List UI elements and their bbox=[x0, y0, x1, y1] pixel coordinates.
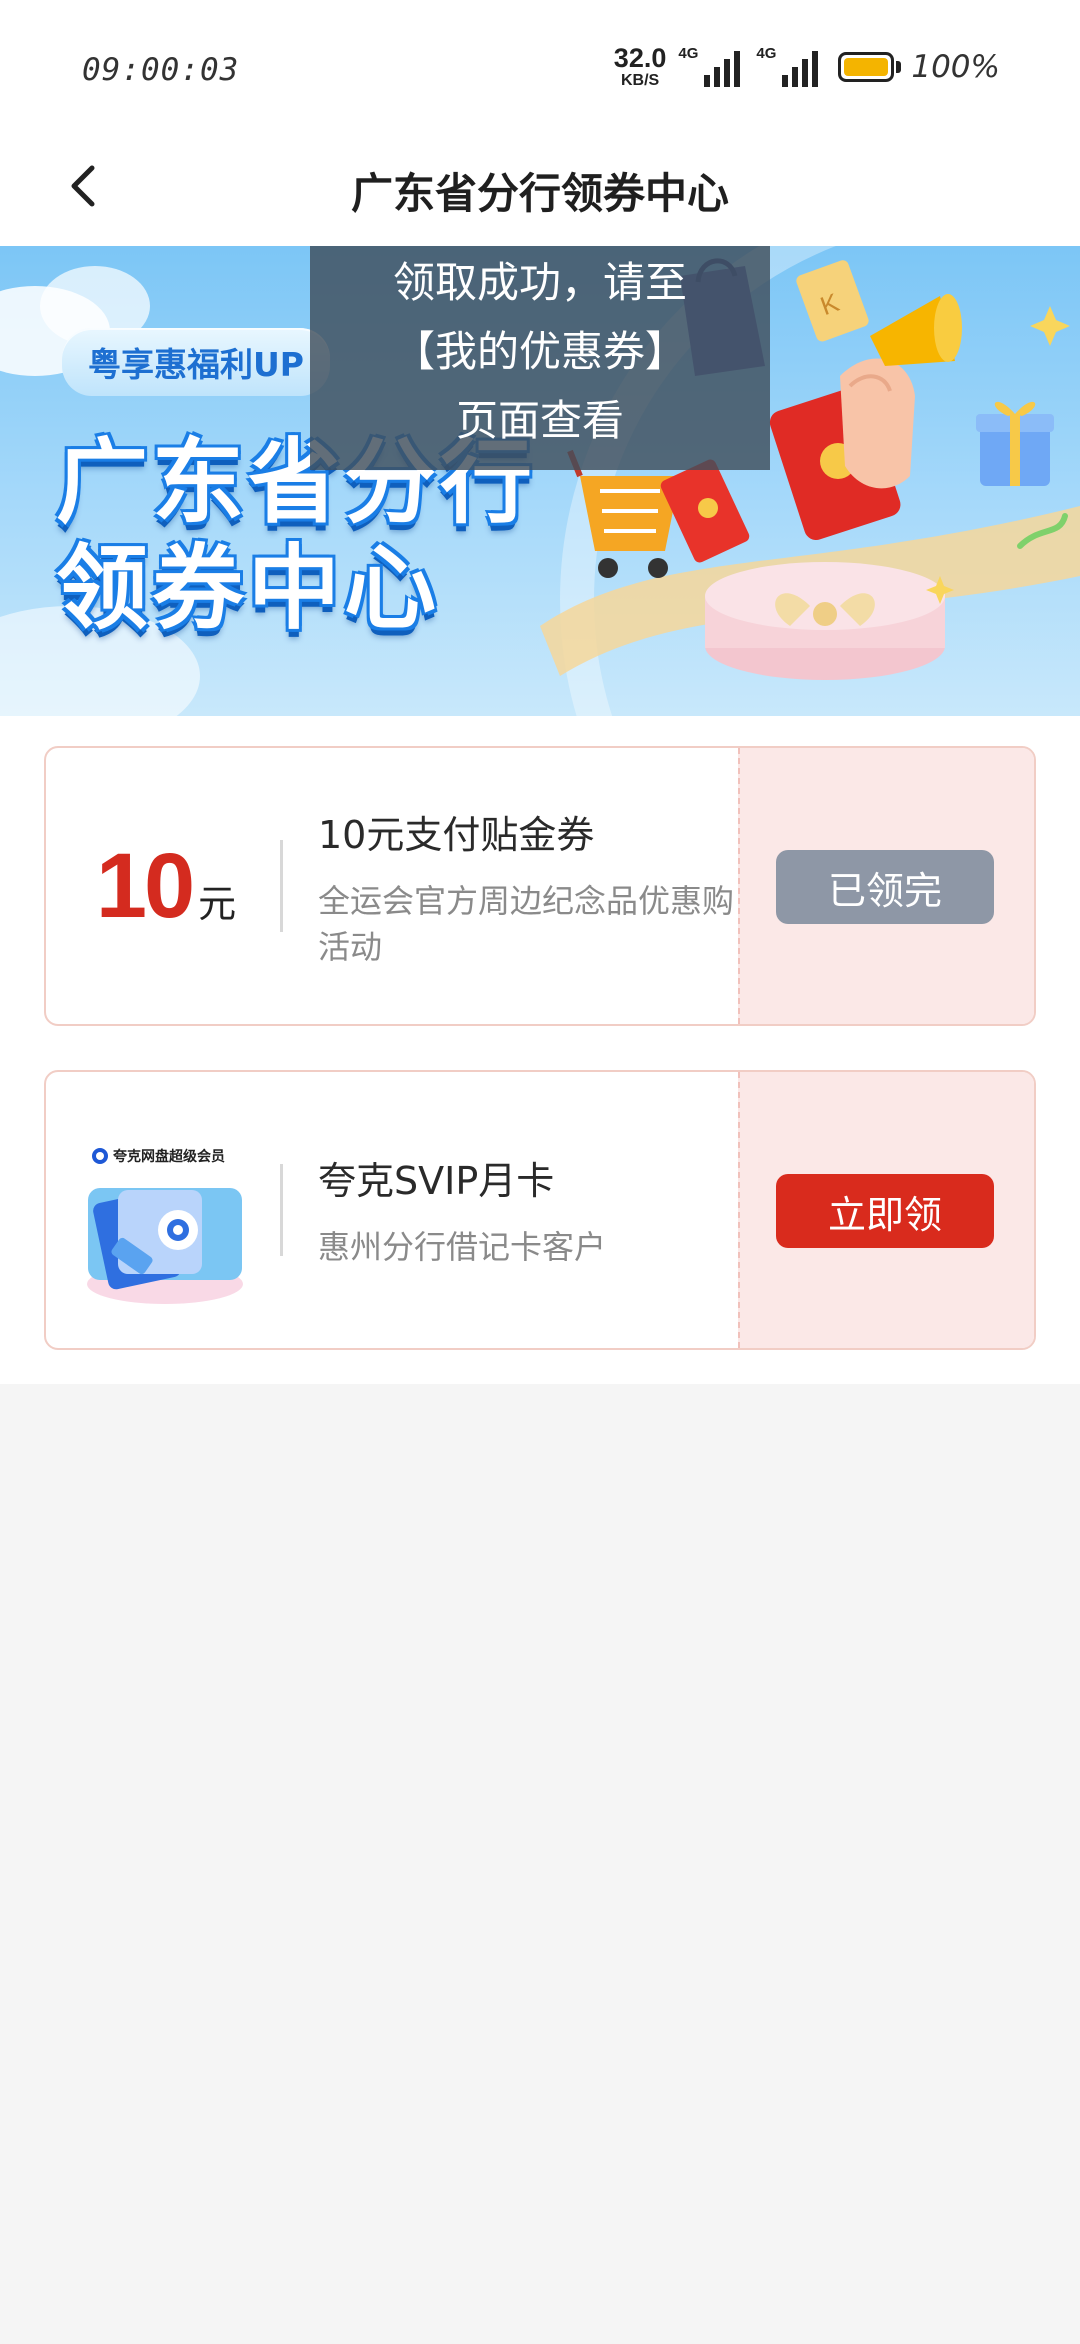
network-speed-value: 32.0 bbox=[613, 43, 667, 73]
coupon-list: 10 元 10元支付贴金券 全运会官方周边纪念品优惠购活动 已领完 夸克网盘超级… bbox=[0, 716, 1080, 1384]
coupon-amount: 10 元 bbox=[46, 748, 278, 1024]
battery-percent: 100% bbox=[911, 49, 1000, 85]
coupon-description: 全运会官方周边纪念品优惠购活动 bbox=[318, 882, 735, 966]
coupon-divider bbox=[280, 840, 283, 932]
claim-now-button[interactable]: 立即领 bbox=[776, 1174, 994, 1248]
battery-icon: 100% bbox=[838, 49, 1000, 85]
coupon-amount-value: 10 bbox=[95, 834, 195, 937]
nav-bar: 广东省分行领券中心 bbox=[0, 130, 1080, 246]
coupon-title: 10元支付贴金券 bbox=[318, 813, 595, 857]
coupon-divider bbox=[280, 1164, 283, 1256]
coupon-amount-unit: 元 bbox=[198, 881, 237, 926]
signal-1-icon: 4G bbox=[678, 45, 741, 87]
page-title: 广东省分行领券中心 bbox=[350, 169, 729, 218]
signal-1-label: 4G bbox=[678, 45, 699, 62]
signal-2-icon: 4G bbox=[756, 45, 819, 87]
coupon-title: 夸克SVIP月卡 bbox=[318, 1159, 555, 1203]
status-indicators: 32.0 KB/S 4G 4G 100% bbox=[614, 44, 1000, 90]
banner-title-line2: 领券中心 bbox=[56, 535, 441, 642]
coupon-card: 10 元 10元支付贴金券 全运会官方周边纪念品优惠购活动 已领完 bbox=[44, 746, 1036, 1026]
banner-tag: 粤享惠福利UP bbox=[62, 328, 330, 396]
signal-2-label: 4G bbox=[756, 45, 777, 62]
network-speed-unit: KB/S bbox=[620, 72, 660, 89]
status-bar: 09:00:03 32.0 KB/S 4G 4G 100% bbox=[0, 0, 1080, 130]
toast-line2: 【我的优惠券】 bbox=[392, 327, 687, 376]
page-empty-area bbox=[0, 1384, 1080, 2344]
toast-line1: 领取成功，请至 bbox=[392, 258, 687, 307]
network-speed: 32.0 KB/S bbox=[614, 45, 667, 89]
status-time: 09:00:03 bbox=[82, 52, 240, 88]
success-toast: 领取成功，请至 【我的优惠券】 页面查看 bbox=[310, 246, 770, 470]
quark-image-label: 夸克网盘超级会员 bbox=[113, 1149, 225, 1165]
claimed-button[interactable]: 已领完 bbox=[776, 850, 994, 924]
quark-logo-icon bbox=[92, 1148, 108, 1164]
coupon-card: 夸克网盘超级会员 夸克SVIP月卡 惠州分行借记卡客户 立即领 bbox=[44, 1070, 1036, 1350]
quark-card-icon bbox=[87, 1188, 243, 1304]
toast-line3: 页面查看 bbox=[455, 396, 624, 445]
quark-svip-image: 夸克网盘超级会员 bbox=[46, 1072, 278, 1348]
coupon-description: 惠州分行借记卡客户 bbox=[318, 1228, 607, 1266]
